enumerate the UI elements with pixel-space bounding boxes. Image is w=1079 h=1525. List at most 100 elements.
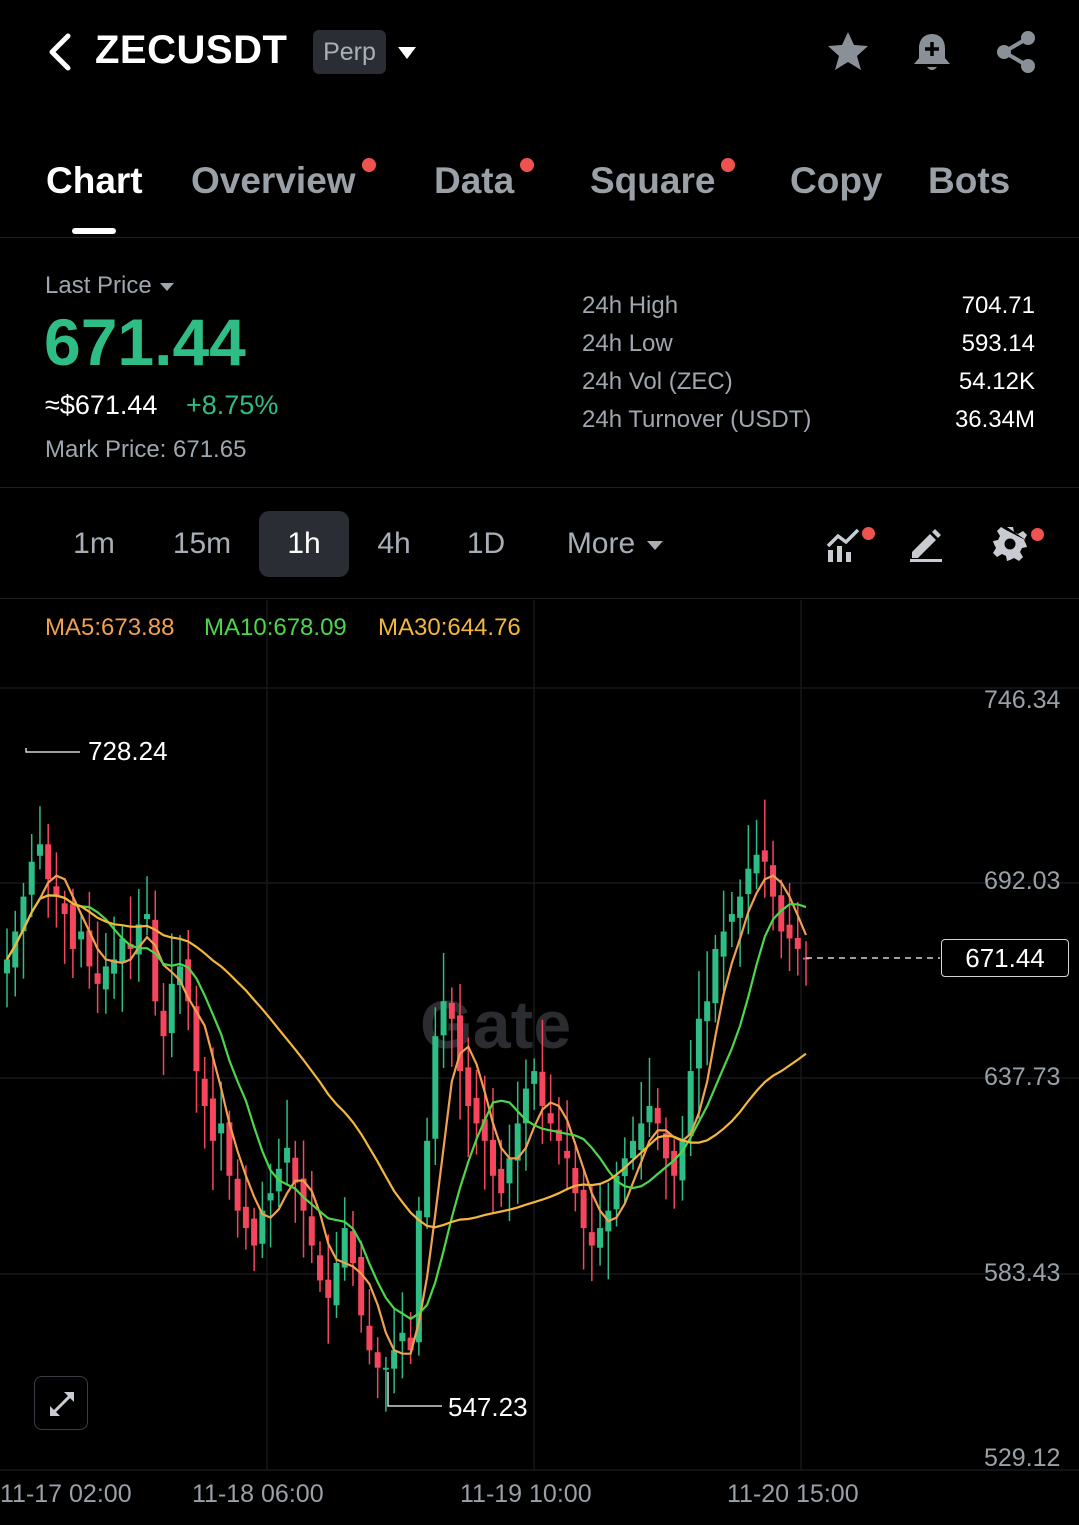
candle-body [745,868,752,895]
stat-label-low: 24h Low [582,330,673,357]
candle-body [597,1228,604,1248]
ma30-line [6,894,807,1229]
candle-body [712,948,719,1004]
candle-body [234,1178,241,1211]
settings-gear-icon[interactable] [990,524,1030,564]
candle-body [160,1010,167,1037]
stat-label-turnover: 24h Turnover (USDT) [582,406,812,433]
tab-data[interactable]: Data [434,158,535,202]
candle-body [36,844,43,856]
candle-body [547,1113,554,1124]
x-tick: 11-19 10:00 [460,1480,592,1508]
candle-body [119,938,126,963]
interval-1d[interactable]: 1D [454,511,518,577]
kline-chart[interactable]: Gate MA5:673.88 MA10:678.09 MA30:644.76 … [0,600,1079,1525]
high-annotation: 728.24 [88,736,168,766]
candle-body [564,1150,571,1159]
candle-body [638,1123,645,1151]
last-price-label: Last Price [45,272,152,299]
mark-price: Mark Price: 671.65 [45,436,247,463]
share-icon[interactable] [992,28,1040,76]
tab-label: Copy [790,160,883,201]
notification-dot [361,158,376,172]
candle-body [531,1071,538,1084]
bell-icon[interactable] [908,28,956,76]
candle-body [284,1147,291,1163]
candle-body [45,844,52,880]
x-tick: 11-17 02:00 [0,1480,132,1508]
candle-body [704,1001,711,1022]
candle-body [28,861,35,895]
y-tick: 583.43 [984,1259,1061,1287]
candle-body [292,1157,299,1183]
candle-body [399,1332,406,1342]
tab-bots[interactable]: Bots [928,160,1010,202]
active-tab-indicator [72,228,116,234]
candle-body [646,1105,653,1123]
high-marker-line [25,748,80,753]
notification-dot [1031,528,1044,541]
candle-body [448,1002,455,1019]
star-icon[interactable] [824,28,872,76]
candle-body [144,914,151,920]
symbol-title[interactable]: ZECUSDT [95,28,287,73]
candle-body [671,1150,678,1176]
more-dropdown[interactable]: More [555,511,675,577]
candle-body [382,1367,389,1370]
caret-down-icon [159,282,174,291]
expand-icon [50,1392,74,1416]
tab-square[interactable]: Square [590,158,736,202]
candle-body [465,1067,472,1106]
candle-body [720,931,727,957]
indicators-icon[interactable] [824,524,864,564]
notification-dot [862,527,875,540]
last-price-selector[interactable]: Last Price [45,272,174,300]
tab-copy[interactable]: Copy [790,160,883,202]
caret-down-icon [647,540,664,550]
candle-body [168,983,175,1034]
price-change: +8.75% [186,390,279,420]
y-tick: 692.03 [984,867,1061,895]
tab-label: Square [590,160,716,201]
candle-body [349,1231,356,1264]
perp-badge: Perp [313,30,386,74]
candle-body [473,1097,480,1124]
interval-4h[interactable]: 4h [362,511,426,577]
last-price-value: 671.44 [44,305,246,379]
candle-body [580,1189,587,1229]
stat-value-vol: 54.12K [958,368,1035,395]
stat-value-turnover: 36.34M [954,406,1035,433]
more-label: More [566,527,636,560]
tab-overview[interactable]: Overview [191,158,376,202]
candle-body [374,1352,381,1368]
candle-body [572,1168,579,1194]
chevron-down-icon[interactable] [396,44,418,62]
y-tick: 637.73 [984,1063,1061,1091]
tab-label: Overview [191,160,356,201]
stat-label-high: 24h High [582,292,679,319]
low-marker-line [387,1372,442,1407]
tab-chart[interactable]: Chart [46,160,143,202]
candles [4,799,809,1412]
stat-value-high: 704.71 [961,292,1035,319]
candle-body [61,903,68,915]
candle-body [440,1001,447,1036]
candle-body [4,959,10,974]
interval-15m[interactable]: 15m [160,511,244,577]
ma10-line [6,894,807,1321]
ma10-label: MA10:678.09 [204,614,347,641]
candle-body [695,1018,702,1069]
candle-body [251,1218,258,1246]
x-tick: 11-18 06:00 [192,1480,324,1508]
notification-dot [520,158,535,172]
candle-body [506,1158,513,1184]
candle-body [366,1325,373,1351]
candle-body [102,966,109,990]
fullscreen-button[interactable] [34,1376,88,1430]
interval-1h[interactable]: 1h [259,511,349,577]
notification-dot [721,158,736,172]
usd-price: ≈$671.44 [45,390,158,420]
back-icon[interactable] [42,30,78,74]
interval-1m[interactable]: 1m [60,511,128,577]
draw-pencil-icon[interactable] [906,524,946,564]
